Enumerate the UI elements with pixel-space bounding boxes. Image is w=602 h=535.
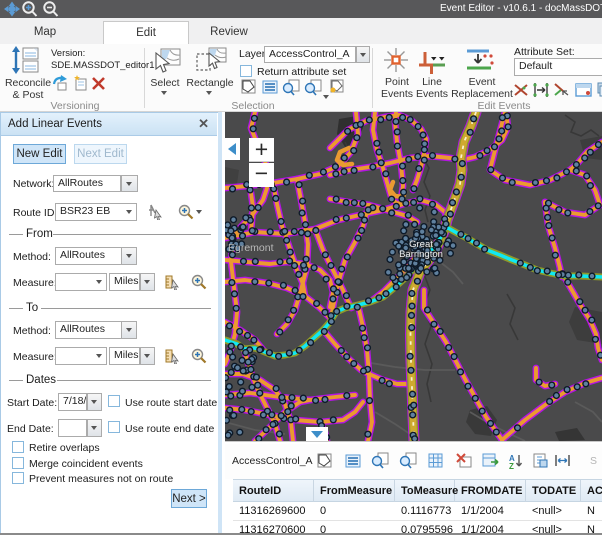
svg-text:Barrington: Barrington	[399, 249, 443, 260]
svg-text:Egremont: Egremont	[228, 242, 274, 254]
svg-text:Z: Z	[509, 462, 514, 471]
